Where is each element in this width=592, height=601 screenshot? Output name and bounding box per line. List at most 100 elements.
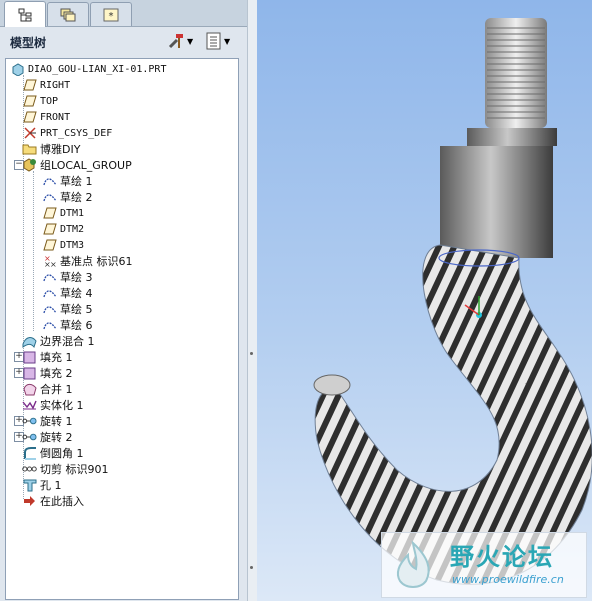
sketch-icon bbox=[42, 174, 57, 189]
layers-tab-icon bbox=[60, 8, 76, 21]
settings-button[interactable]: ▼ bbox=[167, 31, 193, 51]
tree-item[interactable]: 草绘 3 bbox=[42, 269, 93, 285]
tree-item[interactable]: 草绘 2 bbox=[42, 189, 93, 205]
tree-item[interactable]: 合并 1 bbox=[22, 381, 73, 397]
tree-item-label: 倒圆角 1 bbox=[40, 447, 84, 460]
tree-item[interactable]: 实体化 1 bbox=[22, 397, 84, 413]
tree-item-label: DTM1 bbox=[60, 207, 85, 219]
tree-item-label: 旋转 1 bbox=[40, 415, 73, 428]
chevron-down-icon: ▼ bbox=[187, 36, 194, 46]
tree-item-label: 组LOCAL_GROUP bbox=[40, 159, 132, 172]
tree-item[interactable]: DTM2 bbox=[42, 221, 84, 237]
tree-item-label: 草绘 1 bbox=[60, 175, 93, 188]
tree-item-label: 孔 1 bbox=[40, 479, 62, 492]
tree-item[interactable]: 旋转 1 bbox=[22, 413, 73, 429]
part-icon bbox=[10, 62, 25, 77]
tree-item-label: 边界混合 1 bbox=[40, 335, 95, 348]
tree-item-label: DTM3 bbox=[60, 239, 85, 251]
sketch-icon bbox=[42, 270, 57, 285]
svg-text:×: × bbox=[50, 260, 57, 268]
tree-item-label: 旋转 2 bbox=[40, 431, 73, 444]
sketch-icon bbox=[42, 286, 57, 301]
tab-layers[interactable] bbox=[47, 2, 89, 26]
revolve-icon bbox=[22, 414, 37, 429]
tree-item[interactable]: 草绘 4 bbox=[42, 285, 93, 301]
tree-root-part[interactable]: DIAO_GOU-LIAN_XI-01.PRT bbox=[10, 61, 166, 77]
tree-item-label: 基准点 标识61 bbox=[60, 255, 133, 268]
tree-item[interactable]: 草绘 5 bbox=[42, 301, 93, 317]
tree-item[interactable]: 旋转 2 bbox=[22, 429, 73, 445]
insert-here-icon bbox=[22, 494, 37, 509]
tree-item-label: 实体化 1 bbox=[40, 399, 84, 412]
panel-title: 模型树 bbox=[10, 36, 47, 50]
watermark-title: 野火论坛 bbox=[450, 543, 554, 571]
tab-model-tree[interactable] bbox=[4, 1, 46, 27]
tab-favorites[interactable]: * bbox=[90, 2, 132, 26]
csys-icon bbox=[22, 126, 37, 141]
3d-viewport[interactable] bbox=[257, 0, 592, 601]
boundary-blend-icon bbox=[22, 334, 37, 349]
tree-item[interactable]: × × × 基准点 标识61 bbox=[42, 253, 133, 269]
tree-item[interactable]: 草绘 1 bbox=[42, 173, 93, 189]
tree-item-label: 填充 1 bbox=[40, 351, 73, 364]
tree-item-label: 草绘 3 bbox=[60, 271, 93, 284]
tree-item-label: 草绘 6 bbox=[60, 319, 93, 332]
cut-icon bbox=[22, 462, 37, 477]
list-view-icon bbox=[206, 32, 221, 50]
tree-item-label: RIGHT bbox=[40, 79, 71, 91]
tree-item[interactable]: DTM3 bbox=[42, 237, 84, 253]
svg-text:*: * bbox=[109, 11, 114, 22]
merge-icon bbox=[22, 382, 37, 397]
datum-plane-icon bbox=[42, 222, 57, 237]
sketch-icon bbox=[42, 190, 57, 205]
tree-item[interactable]: DTM1 bbox=[42, 205, 84, 221]
tree-item[interactable]: 填充 2 bbox=[22, 365, 73, 381]
tree-item[interactable]: 草绘 6 bbox=[42, 317, 93, 333]
tree-item-label: TOP bbox=[40, 95, 59, 107]
tree-item-label: 填充 2 bbox=[40, 367, 73, 380]
hole-icon bbox=[22, 478, 37, 493]
tree-item[interactable]: 边界混合 1 bbox=[22, 333, 95, 349]
tree-item-label: FRONT bbox=[40, 111, 71, 123]
tree-item-label: PRT_CSYS_DEF bbox=[40, 127, 113, 139]
tree-item-label: 草绘 5 bbox=[60, 303, 93, 316]
model-tree-tab-icon bbox=[18, 8, 32, 21]
folder-icon bbox=[22, 142, 37, 157]
tree-item[interactable]: 孔 1 bbox=[22, 477, 62, 493]
tree-item[interactable]: 博雅DIY bbox=[22, 141, 80, 157]
datum-plane-icon bbox=[22, 78, 37, 93]
tree-item[interactable]: TOP bbox=[22, 93, 58, 109]
datum-plane-icon bbox=[22, 94, 37, 109]
tree-item-label: 在此插入 bbox=[40, 495, 84, 508]
fill-icon bbox=[22, 366, 37, 381]
tree-item[interactable]: 组LOCAL_GROUP bbox=[22, 157, 132, 173]
datum-point-icon: × × × bbox=[42, 254, 57, 269]
tree-item[interactable]: 在此插入 bbox=[22, 493, 84, 509]
chevron-down-icon: ▼ bbox=[224, 36, 231, 46]
datum-plane-icon bbox=[22, 110, 37, 125]
show-button[interactable]: ▼ bbox=[206, 31, 230, 51]
tree-item[interactable]: 倒圆角 1 bbox=[22, 445, 84, 461]
tree-item-label: 合并 1 bbox=[40, 383, 73, 396]
model-tree: DIAO_GOU-LIAN_XI-01.PRT RIGHT TOP FRONT PRT_… bbox=[5, 58, 239, 600]
tree-item[interactable]: RIGHT bbox=[22, 77, 70, 93]
forum-watermark: 野火论坛 www.proewildfire.cn bbox=[381, 532, 587, 598]
tree-item-label: 切剪 标识901 bbox=[40, 463, 109, 476]
tree-item-label: 博雅DIY bbox=[40, 143, 81, 156]
tree-item-label: 草绘 2 bbox=[60, 191, 93, 204]
tree-item[interactable]: 填充 1 bbox=[22, 349, 73, 365]
tree-item[interactable]: 切剪 标识901 bbox=[22, 461, 109, 477]
datum-plane-icon bbox=[42, 206, 57, 221]
watermark-url: www.proewildfire.cn bbox=[452, 573, 564, 586]
tree-item[interactable]: FRONT bbox=[22, 109, 70, 125]
datum-plane-icon bbox=[42, 238, 57, 253]
tree-item-label: DTM2 bbox=[60, 223, 85, 235]
tree-item[interactable]: PRT_CSYS_DEF bbox=[22, 125, 112, 141]
tools-icon bbox=[168, 34, 183, 49]
favorites-tab-icon: * bbox=[103, 8, 119, 22]
solidify-icon bbox=[22, 398, 37, 413]
flame-logo-icon bbox=[396, 540, 430, 588]
tree-item-label: 草绘 4 bbox=[60, 287, 93, 300]
model-tree-panel: * 模型树 ▼ ▼ DIAO_GOU-LIAN_XI-01.PRT RIGHT TO… bbox=[0, 0, 247, 601]
sketch-icon bbox=[42, 302, 57, 317]
